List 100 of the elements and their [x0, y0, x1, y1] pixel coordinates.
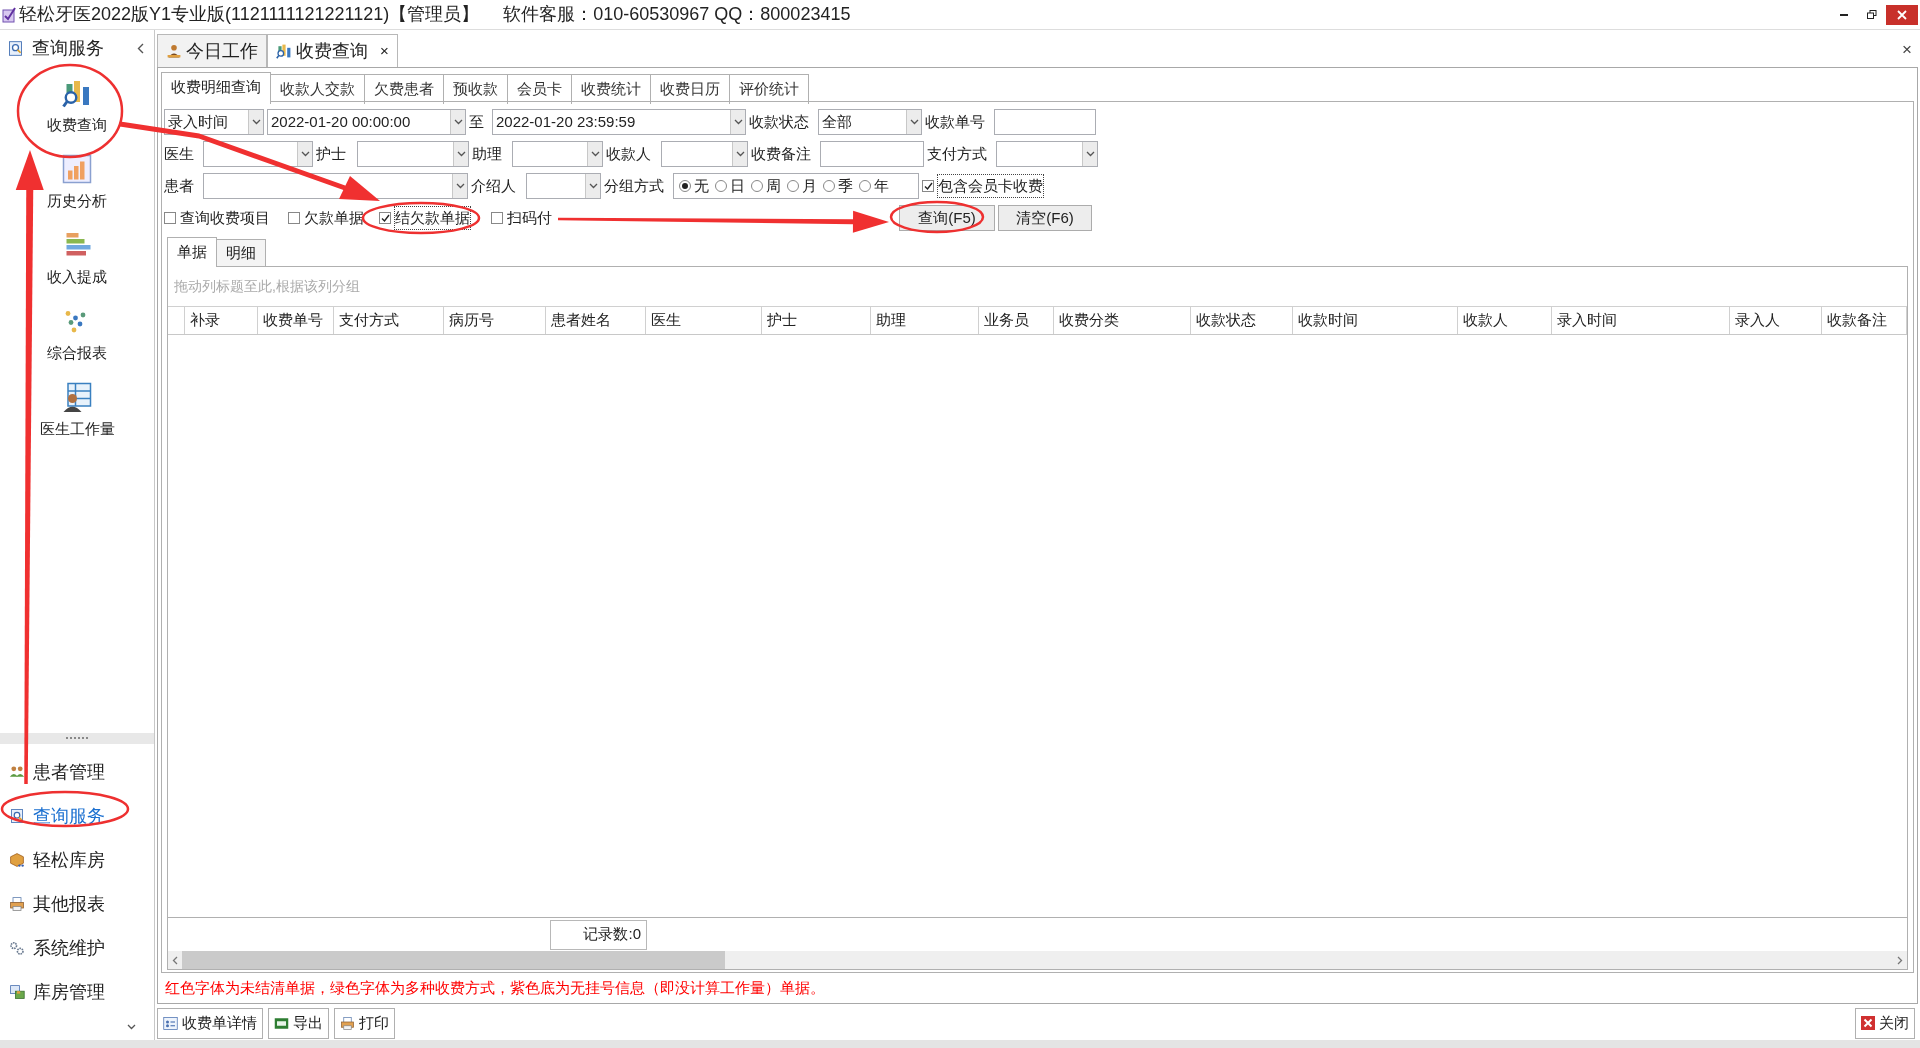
checkbox[interactable]: 包含会员卡收费 [922, 173, 1043, 199]
checkbox[interactable]: 扫码付 [491, 205, 578, 231]
action-button[interactable]: 清空(F6) [998, 205, 1092, 231]
field-label: 收款人 [606, 143, 652, 164]
nav-item[interactable]: 其他报表 [0, 882, 154, 926]
query-tab[interactable]: 收款人交款 [270, 74, 365, 104]
checkmark-icon [380, 213, 390, 223]
radio-option[interactable]: 日 [715, 174, 745, 198]
chevron-down-icon [909, 119, 919, 125]
dropdown-field[interactable]: 全部 [818, 109, 922, 135]
dropdown-field[interactable]: 2022-01-20 00:00:00 [267, 109, 466, 135]
field-label: 介绍人 [471, 175, 517, 196]
nav-item[interactable]: 患者管理 [0, 750, 154, 794]
dropdown-field[interactable] [526, 173, 601, 199]
chevron-down-icon [127, 1024, 136, 1030]
column-header[interactable]: 收费单号 [258, 307, 334, 334]
chevron-down-icon [735, 151, 745, 157]
horizontal-scrollbar[interactable] [168, 951, 1907, 969]
radio-option[interactable]: 周 [751, 174, 781, 198]
column-header[interactable]: 医生 [646, 307, 762, 334]
chevron-down-icon [456, 151, 466, 157]
nav-item[interactable]: 轻松库房 [0, 838, 154, 882]
worker-icon [166, 43, 182, 59]
column-header[interactable]: 收款时间 [1293, 307, 1458, 334]
result-tab[interactable]: 明细 [216, 239, 266, 267]
search-icon [9, 808, 25, 824]
radio-option[interactable]: 月 [787, 174, 817, 198]
column-header[interactable]: 收款人 [1458, 307, 1552, 334]
column-header[interactable]: 病历号 [444, 307, 546, 334]
query-tab[interactable]: 收费明细查询 [161, 72, 271, 102]
record-count: 记录数:0 [550, 919, 647, 950]
column-header[interactable]: 录入人 [1730, 307, 1822, 334]
app-logo-icon [2, 6, 16, 23]
field-label: 患者 [164, 175, 195, 196]
nav-item[interactable]: 查询服务 [0, 794, 154, 838]
column-header[interactable]: 收费分类 [1054, 307, 1191, 334]
spreadsheet-icon [274, 1015, 289, 1031]
checkbox[interactable]: 查询收费项目 [164, 205, 285, 231]
close-panel-button[interactable]: × [1902, 37, 1912, 63]
action-button[interactable]: 查询(F5) [899, 205, 995, 231]
sidebar-title: 查询服务 [32, 36, 104, 60]
checkbox[interactable]: 欠款单据 [288, 205, 376, 231]
close-button[interactable] [1886, 4, 1918, 25]
scroll-left-icon[interactable] [172, 955, 178, 965]
column-header[interactable]: 患者姓名 [546, 307, 646, 334]
radio-option[interactable]: 年 [859, 174, 889, 198]
document-tab[interactable]: 收费查询 × [267, 34, 398, 67]
splitter-handle[interactable] [0, 733, 154, 744]
sidebar-tool[interactable]: 收费查询 [17, 74, 137, 150]
result-tab[interactable]: 单据 [167, 237, 217, 267]
dropdown-field[interactable] [512, 141, 603, 167]
field-label: 医生 [164, 143, 195, 164]
column-header[interactable]: 助理 [871, 307, 979, 334]
query-tab[interactable]: 评价统计 [729, 74, 809, 104]
nav-item[interactable]: 库房管理 [0, 970, 154, 1014]
close-dialog-button[interactable]: 关闭 [1855, 1007, 1915, 1039]
dropdown-field[interactable] [357, 141, 469, 167]
legend-note: 红色字体为未结清单据，绿色字体为多种收费方式，紫色底为无挂号信息（即没计算工作量）单据。 [165, 977, 825, 998]
chevron-down-icon [733, 119, 743, 125]
collapse-button[interactable] [137, 42, 144, 54]
dropdown-field[interactable]: 录入时间 [164, 109, 264, 135]
column-header[interactable]: 收款状态 [1191, 307, 1293, 334]
printer-icon [340, 1015, 355, 1031]
expand-chevron-icon[interactable] [127, 1024, 136, 1030]
column-header[interactable]: 补录 [185, 307, 258, 334]
sidebar-tool[interactable]: 收入提成 [17, 226, 137, 302]
chevron-down-icon [588, 183, 598, 189]
toolbar-button[interactable]: 导出 [268, 1007, 329, 1039]
nav-item[interactable]: 系统维护 [0, 926, 154, 970]
tab-close-button[interactable]: × [380, 39, 389, 63]
toolbar-button[interactable]: 打印 [334, 1007, 395, 1039]
input-field[interactable] [994, 109, 1096, 135]
minimize-icon [1840, 13, 1848, 16]
checkmark-icon [923, 181, 933, 191]
field-label: 分组方式 [604, 175, 665, 196]
dropdown-field[interactable]: 2022-01-20 23:59:59 [492, 109, 746, 135]
window-title: 轻松牙医2022版Y1专业版(1121111121221121)【管理员】 [19, 3, 480, 26]
column-header[interactable]: 收款备注 [1822, 307, 1907, 334]
restore-icon [1867, 10, 1877, 19]
column-header[interactable]: 录入时间 [1552, 307, 1730, 334]
bar-chart-icon [62, 154, 92, 184]
field-label: 收款状态 [749, 111, 810, 132]
document-tab[interactable]: 今日工作 [157, 34, 267, 67]
person-table-icon [62, 382, 92, 412]
package-cart-icon [9, 852, 25, 868]
chevron-down-icon [455, 183, 465, 189]
toolbar-button[interactable]: 收费单详情 [157, 1007, 263, 1039]
input-field[interactable] [820, 141, 924, 167]
radio-option[interactable]: 无 [679, 174, 709, 198]
column-header[interactable]: 业务员 [979, 307, 1054, 334]
dropdown-field[interactable] [203, 173, 468, 199]
radio-option[interactable]: 季 [823, 174, 853, 198]
support-info: 软件客服：010-60530967 QQ：800023415 [503, 3, 851, 26]
column-header[interactable]: 护士 [762, 307, 871, 334]
dropdown-field[interactable] [996, 141, 1098, 167]
grip-icon [66, 737, 88, 740]
dropdown-field[interactable] [661, 141, 748, 167]
column-header[interactable]: 支付方式 [334, 307, 444, 334]
scroll-right-icon[interactable] [1897, 955, 1903, 965]
checkbox[interactable]: 结欠款单据 [379, 205, 488, 231]
